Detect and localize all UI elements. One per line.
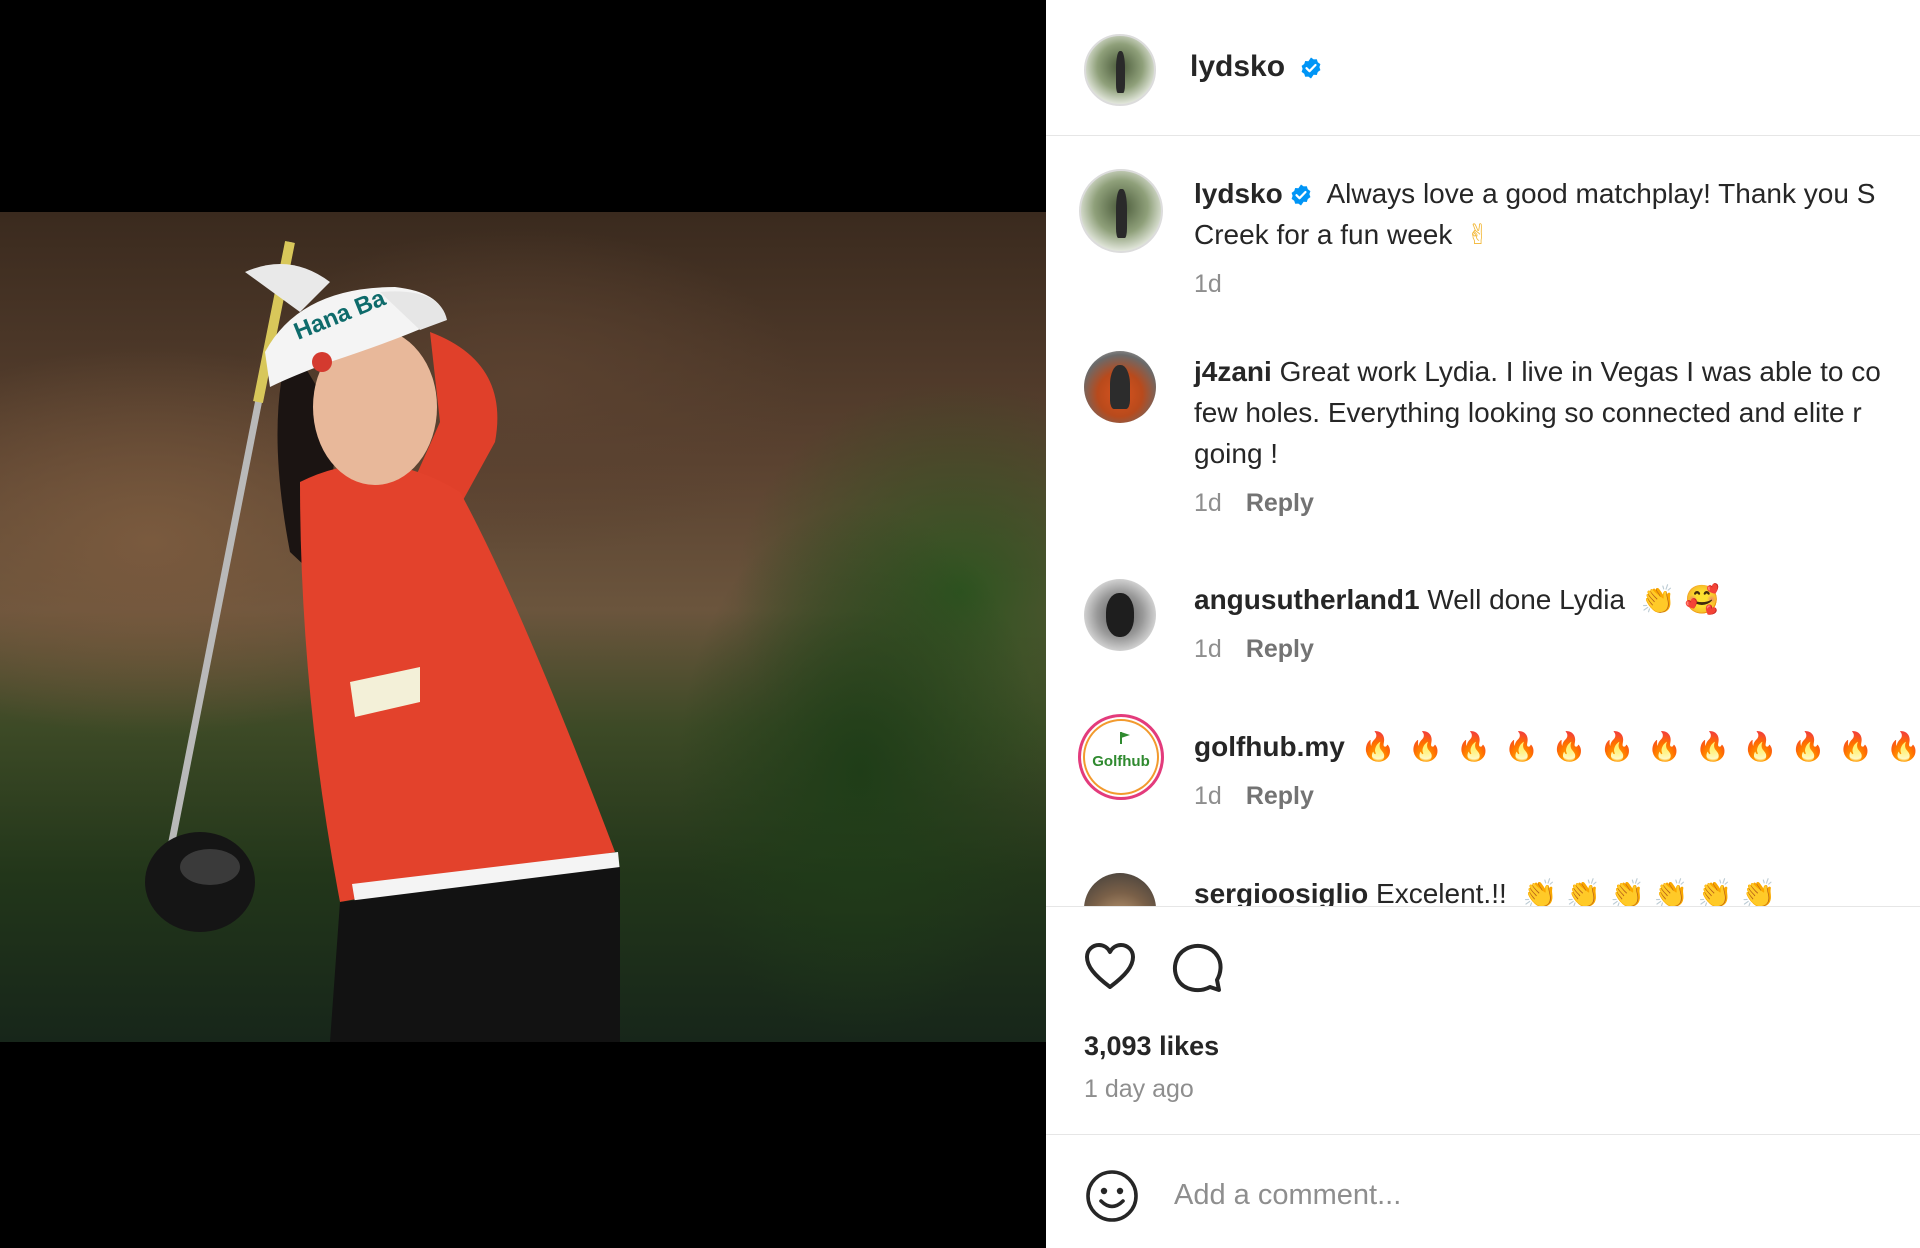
reply-button[interactable]: Reply [1246,635,1314,663]
comment-meta: 1d Reply [1194,635,1314,664]
post-photo: Hana Ba [0,212,1046,1042]
comment-username[interactable]: angusutherland1 [1194,584,1420,615]
post-sidebar: lydsko lydsko Always love a good matchpl… [1046,0,1920,1248]
clap-and-smile-icons: 👏 🥰 [1640,583,1720,616]
comment-line-2: few holes. Everything looking so connect… [1194,397,1862,428]
caption-avatar[interactable] [1079,169,1163,253]
post-timestamp: 1 day ago [1084,1075,1194,1103]
commenter-avatar[interactable]: Golfhub [1078,714,1164,800]
comment-time: 1d [1194,489,1222,517]
author-avatar[interactable] [1084,34,1156,106]
commenter-avatar[interactable] [1084,579,1156,651]
golf-flag-icon [1120,732,1130,744]
divider [1046,906,1920,907]
victory-hand-icon: ✌ [1466,218,1490,251]
comment-line-1: j4zani Great work Lydia. I live in Vegas… [1194,351,1881,392]
comment-time: 1d [1194,635,1222,663]
author-username[interactable]: lydsko [1190,50,1285,83]
comment-line-3: going ! [1194,438,1279,469]
comment-line-1: golfhub.my 🔥 🔥 🔥 🔥 🔥 🔥 🔥 🔥 🔥 🔥 🔥 🔥 🔥 [1194,726,1920,767]
comment-meta: 1d Reply [1194,489,1314,518]
caption-text: Always love a good matchplay! Thank you … [1326,178,1876,209]
comment-username[interactable]: golfhub.my [1194,731,1345,762]
comment-line-1: sergioosiglio Excelent.!! 👏 👏 👏 👏 👏 👏 [1194,873,1776,906]
commenter-avatar[interactable] [1084,873,1156,906]
comment-text: Great work Lydia. I live in Vegas I was … [1279,356,1881,387]
heart-icon[interactable] [1084,942,1136,992]
golfer-illustration: Hana Ba [145,241,620,1042]
verified-badge-icon [1291,184,1311,206]
comment-line-1: angusutherland1 Well done Lydia 👏 🥰 [1194,579,1719,620]
caption-line-1: lydsko Always love a good matchplay! Tha… [1194,173,1875,214]
comment-text: Well done Lydia [1427,584,1626,615]
comment-text: Excelent.!! [1376,878,1507,906]
comment-username[interactable]: sergioosiglio [1194,878,1368,906]
commenter-avatar[interactable] [1084,351,1156,423]
verified-badge-icon [1301,57,1321,79]
clap-icons: 👏 👏 👏 👏 👏 👏 [1522,877,1777,906]
divider [1046,1134,1920,1135]
author-row: lydsko [1190,50,1323,84]
likes-count[interactable]: 3,093 likes [1084,1031,1219,1062]
post-media[interactable]: Hana Ba [0,0,1046,1248]
golfhub-logo: Golfhub [1092,753,1150,770]
caption-username[interactable]: lydsko [1194,178,1283,209]
reply-button[interactable]: Reply [1246,489,1314,517]
post-header: lydsko [1046,0,1920,136]
comment-meta: 1d Reply [1194,782,1314,811]
smiley-icon[interactable] [1084,1168,1140,1224]
fire-icons: 🔥 🔥 🔥 🔥 🔥 🔥 🔥 🔥 🔥 🔥 🔥 🔥 🔥 [1360,730,1920,763]
comment-bubble-icon[interactable] [1172,942,1224,994]
comments-list[interactable]: lydsko Always love a good matchplay! Tha… [1046,136,1920,906]
add-comment-input[interactable] [1172,1178,1876,1213]
reply-button[interactable]: Reply [1246,782,1314,810]
caption-text-2: Creek for a fun week [1194,219,1453,250]
caption-line-2: Creek for a fun week ✌ [1194,214,1490,255]
caption-time: 1d [1194,270,1222,298]
comment-time: 1d [1194,782,1222,810]
comment-username[interactable]: j4zani [1194,356,1272,387]
